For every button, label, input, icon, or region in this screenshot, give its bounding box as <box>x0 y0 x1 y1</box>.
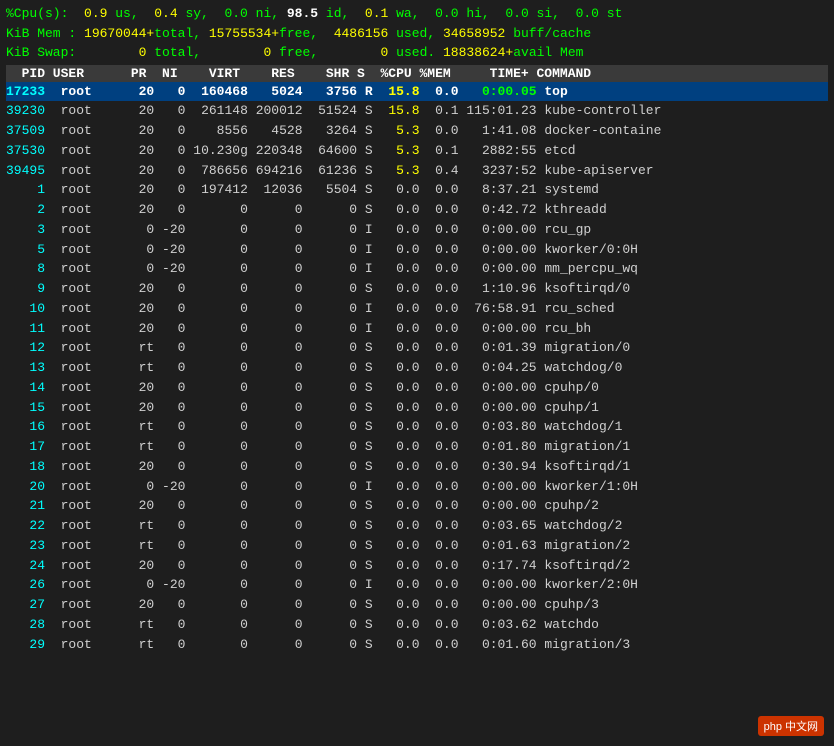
table-row: 39495 root 20 0 786656 694216 61236 S 5.… <box>6 161 828 181</box>
table-row: 14 root 20 0 0 0 0 S 0.0 0.0 0:00.00 cpu… <box>6 378 828 398</box>
terminal: %Cpu(s): 0.9 us, 0.4 sy, 0.0 ni, 98.5 id… <box>0 0 834 746</box>
table-row: 12 root rt 0 0 0 0 S 0.0 0.0 0:01.39 mig… <box>6 338 828 358</box>
table-row: 29 root rt 0 0 0 0 S 0.0 0.0 0:01.60 mig… <box>6 635 828 655</box>
table-row: 10 root 20 0 0 0 0 I 0.0 0.0 76:58.91 rc… <box>6 299 828 319</box>
table-row: 3 root 0 -20 0 0 0 I 0.0 0.0 0:00.00 rcu… <box>6 220 828 240</box>
watermark: php 中文网 <box>758 716 824 736</box>
header-line-2: KiB Swap: 0 total, 0 free, 0 used. 18838… <box>6 43 828 63</box>
table-row: 1 root 20 0 197412 12036 5504 S 0.0 0.0 … <box>6 180 828 200</box>
table-row: 13 root rt 0 0 0 0 S 0.0 0.0 0:04.25 wat… <box>6 358 828 378</box>
table-row: 26 root 0 -20 0 0 0 I 0.0 0.0 0:00.00 kw… <box>6 575 828 595</box>
table-row: 22 root rt 0 0 0 0 S 0.0 0.0 0:03.65 wat… <box>6 516 828 536</box>
table-row: 17 root rt 0 0 0 0 S 0.0 0.0 0:01.80 mig… <box>6 437 828 457</box>
table-row: 11 root 20 0 0 0 0 I 0.0 0.0 0:00.00 rcu… <box>6 319 828 339</box>
header-line-0: %Cpu(s): 0.9 us, 0.4 sy, 0.0 ni, 98.5 id… <box>6 4 828 24</box>
table-row: 28 root rt 0 0 0 0 S 0.0 0.0 0:03.62 wat… <box>6 615 828 635</box>
table-row: 18 root 20 0 0 0 0 S 0.0 0.0 0:30.94 kso… <box>6 457 828 477</box>
table-row: 37509 root 20 0 8556 4528 3264 S 5.3 0.0… <box>6 121 828 141</box>
table-row: 21 root 20 0 0 0 0 S 0.0 0.0 0:00.00 cpu… <box>6 496 828 516</box>
table-row: 15 root 20 0 0 0 0 S 0.0 0.0 0:00.00 cpu… <box>6 398 828 418</box>
table-row: 20 root 0 -20 0 0 0 I 0.0 0.0 0:00.00 kw… <box>6 477 828 497</box>
header-section: %Cpu(s): 0.9 us, 0.4 sy, 0.0 ni, 98.5 id… <box>6 4 828 63</box>
table-row: 17233 root 20 0 160468 5024 3756 R 15.8 … <box>6 82 828 102</box>
process-list: 17233 root 20 0 160468 5024 3756 R 15.8 … <box>6 82 828 655</box>
table-row: 9 root 20 0 0 0 0 S 0.0 0.0 1:10.96 ksof… <box>6 279 828 299</box>
table-row: 27 root 20 0 0 0 0 S 0.0 0.0 0:00.00 cpu… <box>6 595 828 615</box>
table-row: 37530 root 20 0 10.230g 220348 64600 S 5… <box>6 141 828 161</box>
table-row: 24 root 20 0 0 0 0 S 0.0 0.0 0:17.74 kso… <box>6 556 828 576</box>
table-row: 39230 root 20 0 261148 200012 51524 S 15… <box>6 101 828 121</box>
table-header: PID USER PR NI VIRT RES SHR S %CPU %MEM … <box>6 65 828 82</box>
table-row: 8 root 0 -20 0 0 0 I 0.0 0.0 0:00.00 mm_… <box>6 259 828 279</box>
table-row: 23 root rt 0 0 0 0 S 0.0 0.0 0:01.63 mig… <box>6 536 828 556</box>
table-row: 2 root 20 0 0 0 0 S 0.0 0.0 0:42.72 kthr… <box>6 200 828 220</box>
table-row: 5 root 0 -20 0 0 0 I 0.0 0.0 0:00.00 kwo… <box>6 240 828 260</box>
header-line-1: KiB Mem : 19670044+total, 15755534+free,… <box>6 24 828 44</box>
table-row: 16 root rt 0 0 0 0 S 0.0 0.0 0:03.80 wat… <box>6 417 828 437</box>
